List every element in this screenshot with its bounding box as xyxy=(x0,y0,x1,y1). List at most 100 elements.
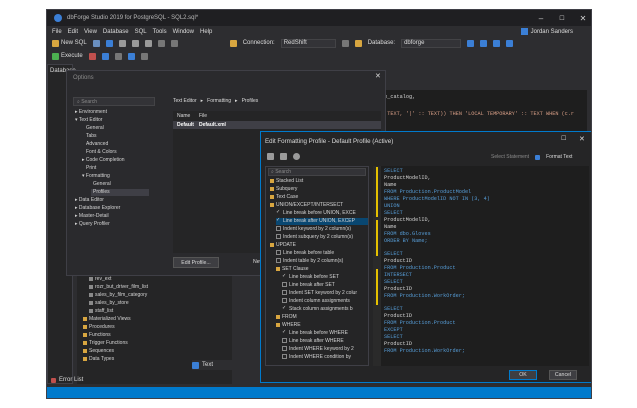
new-sql-button[interactable]: New SQL xyxy=(61,40,87,46)
tree-item[interactable]: Sequences xyxy=(83,348,114,355)
tree-item[interactable]: rozr_but_driver_film_list xyxy=(89,284,148,291)
error-list-tab[interactable]: Error List xyxy=(51,377,83,383)
execute-current-icon[interactable] xyxy=(101,52,109,60)
paste-icon[interactable] xyxy=(280,153,287,160)
user-account[interactable]: Jordan Sanders xyxy=(520,27,573,36)
options-tree-item[interactable]: ▾ Text Editor xyxy=(75,117,102,124)
profile-tree-item[interactable]: Indent keyword by 2 column(s) xyxy=(276,226,351,233)
profile-tree-item[interactable]: Indent column assignments xyxy=(282,298,350,305)
options-tree-item[interactable]: ▸ Environment xyxy=(75,109,107,116)
checkbox[interactable]: ✓ xyxy=(282,306,287,311)
dialog-close-button[interactable]: ✕ xyxy=(579,135,585,143)
checkbox[interactable] xyxy=(276,226,281,232)
menu-sql[interactable]: SQL xyxy=(135,29,147,35)
checkbox[interactable] xyxy=(282,290,287,296)
toolbar-icon-d[interactable] xyxy=(506,39,514,47)
options-tree-item[interactable]: General xyxy=(93,181,111,188)
options-tree-item-selected[interactable]: Profiles xyxy=(91,189,149,196)
options-tree-item[interactable]: ▾ Formatting xyxy=(82,173,110,180)
checkbox[interactable] xyxy=(276,234,281,240)
toolbar-icon-c[interactable] xyxy=(493,39,501,47)
profile-tree-item[interactable]: ✓ Line break before UNION, EXCE xyxy=(276,210,356,217)
minimize-button[interactable]: – xyxy=(531,10,551,26)
options-tree-item[interactable]: Tabs xyxy=(86,133,97,140)
checkbox[interactable] xyxy=(282,338,287,344)
execute-button[interactable]: Execute xyxy=(61,53,83,59)
checkbox[interactable] xyxy=(282,354,287,360)
profile-tree-item[interactable]: UNION/EXCEPT/INTERSECT xyxy=(270,202,343,209)
options-tree-item[interactable]: General xyxy=(86,125,104,132)
menu-tools[interactable]: Tools xyxy=(153,29,167,35)
undo-icon[interactable] xyxy=(157,39,165,47)
database-combo[interactable]: dbforge xyxy=(401,38,462,48)
options-tree-item[interactable]: ▸ Master-Detail xyxy=(75,213,109,220)
paste-icon[interactable] xyxy=(144,39,152,47)
copy-icon[interactable] xyxy=(267,153,274,160)
tree-item[interactable]: Materialized Views xyxy=(83,316,131,323)
table-row[interactable]: Default Default.xml xyxy=(173,121,381,129)
maximize-button[interactable]: ☐ xyxy=(552,10,572,26)
profile-tree-item[interactable]: ✓ Line break before SET xyxy=(282,274,339,281)
close-button[interactable]: ✕ xyxy=(573,10,591,26)
dialog-maximize-button[interactable]: ☐ xyxy=(561,135,566,142)
options-tree-item[interactable]: ▸ Query Profiler xyxy=(75,221,110,228)
tree-item[interactable]: Procedures xyxy=(83,324,115,331)
profile-tree-item[interactable]: SET Clause xyxy=(276,266,309,273)
tree-item[interactable]: Functions xyxy=(83,332,111,339)
breadcrumb-item[interactable]: Formatting xyxy=(207,98,231,104)
copy-icon[interactable] xyxy=(131,39,139,47)
format-icon[interactable] xyxy=(127,52,135,60)
formatting-preview[interactable]: SELECT ProductModelID, Name FROM Producti… xyxy=(381,166,589,366)
menu-database[interactable]: Database xyxy=(103,29,129,35)
options-search-input[interactable]: ⌕ Search xyxy=(73,97,155,106)
tree-item[interactable]: sales_by_store xyxy=(89,300,129,307)
checkbox[interactable] xyxy=(282,346,287,352)
menu-edit[interactable]: Edit xyxy=(68,29,78,35)
tree-item[interactable]: Trigger Functions xyxy=(83,340,128,347)
gear-icon[interactable] xyxy=(293,153,300,160)
checkbox[interactable] xyxy=(276,258,281,264)
profile-tree-item[interactable]: FROM xyxy=(276,314,297,321)
connect-icon[interactable] xyxy=(341,39,349,47)
ok-button[interactable]: OK xyxy=(509,370,537,380)
options-tree-item[interactable]: ▸ Database Explorer xyxy=(75,205,120,212)
stop-icon[interactable] xyxy=(88,52,96,60)
options-tree-item[interactable]: Advanced xyxy=(86,141,108,148)
comment-icon[interactable] xyxy=(140,52,148,60)
checkbox[interactable] xyxy=(282,298,287,304)
text-tab[interactable]: Text xyxy=(202,362,213,368)
breadcrumb-item[interactable]: Profiles xyxy=(242,98,259,104)
tree-item[interactable]: staff_list xyxy=(89,308,113,315)
profile-tree-item[interactable]: ✓ Line break after UNION, EXCEP xyxy=(276,218,368,225)
profile-tree-item[interactable]: Indent SET keyword by 2 colur xyxy=(282,290,357,297)
profile-tree-item[interactable]: Text Case xyxy=(270,194,298,201)
open-icon[interactable] xyxy=(92,39,100,47)
menu-view[interactable]: View xyxy=(84,29,97,35)
options-tree-item[interactable]: Print xyxy=(86,165,96,172)
profile-tree-item[interactable]: Line break after SET xyxy=(282,282,335,289)
tree-item[interactable]: sales_by_film_category xyxy=(89,292,147,299)
toolbar-icon-a[interactable] xyxy=(467,39,475,47)
profile-tree-item[interactable]: Subquery xyxy=(270,186,297,193)
tree-item[interactable]: rev_ext xyxy=(89,276,111,283)
format-text-button[interactable]: Format Text xyxy=(546,154,572,160)
redo-icon[interactable] xyxy=(170,39,178,47)
menu-window[interactable]: Window xyxy=(173,29,194,35)
menu-file[interactable]: File xyxy=(52,29,62,35)
menu-help[interactable]: Help xyxy=(200,29,212,35)
cut-icon[interactable] xyxy=(118,39,126,47)
profile-tree-item[interactable]: WHERE xyxy=(276,322,301,329)
breadcrumb-item[interactable]: Text Editor xyxy=(173,98,197,104)
checkbox[interactable] xyxy=(282,282,287,288)
profile-tree-item[interactable]: Line break after WHERE xyxy=(282,338,344,345)
profile-tree-item[interactable]: Indent table by 2 column(s) xyxy=(276,258,343,265)
connection-combo[interactable]: RedShift xyxy=(280,38,336,48)
profile-tree-item[interactable]: Indent WHERE condition by xyxy=(282,354,351,361)
checkbox[interactable]: ✓ xyxy=(276,218,281,223)
profile-tree-item[interactable]: ✓ Stack column assignments b xyxy=(282,306,353,313)
checkbox[interactable]: ✓ xyxy=(282,330,287,335)
options-tree-item[interactable]: ▸ Data Editor xyxy=(75,197,104,204)
toolbar-icon-b[interactable] xyxy=(480,39,488,47)
profile-tree-item[interactable]: Line break before table xyxy=(276,250,334,257)
options-close-button[interactable]: ✕ xyxy=(375,72,381,80)
